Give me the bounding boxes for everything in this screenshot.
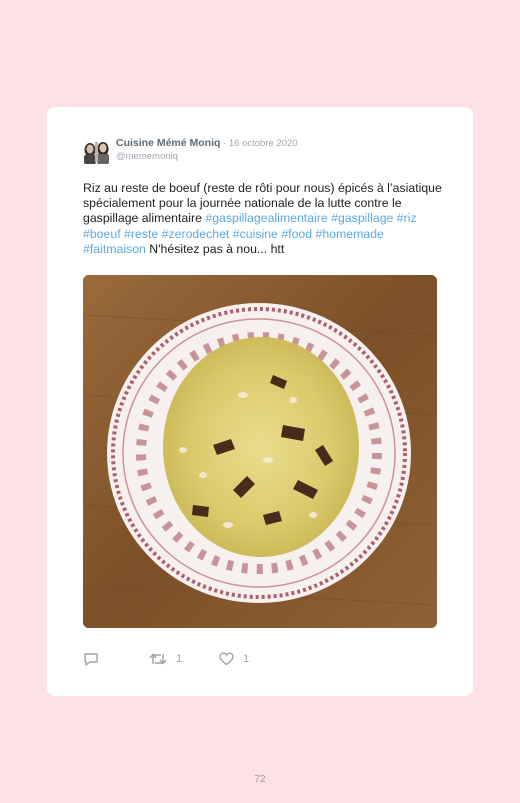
hashtag-link[interactable]: #gaspillage — [331, 211, 393, 225]
hashtag-link[interactable]: #faitmaison — [83, 242, 146, 256]
hashtag-link[interactable]: #zerodechet — [162, 227, 230, 241]
heart-icon — [219, 652, 234, 666]
tweet-actions: 1 1 — [83, 652, 383, 670]
tweet-header: Cuisine Mémé Moniq · 16 octobre 2020 — [116, 137, 298, 149]
tweet-text-segment: N'hésitez pas à nou... htt — [145, 241, 285, 256]
hashtag-link[interactable]: #boeuf — [83, 227, 121, 241]
tweet-card: Cuisine Mémé Moniq · 16 octobre 2020 @me… — [47, 107, 473, 696]
hashtag-link[interactable]: #homemade — [316, 227, 384, 241]
retweet-button[interactable]: 1 — [149, 652, 182, 666]
hashtag-link[interactable]: #food — [281, 227, 312, 241]
page-number: 72 — [254, 774, 266, 785]
like-button[interactable]: 1 — [219, 652, 249, 666]
hashtag-link[interactable]: #riz — [397, 211, 417, 225]
hashtag-link[interactable]: #gaspillagealimentaire — [205, 211, 327, 225]
retweet-count: 1 — [176, 653, 183, 665]
retweet-icon — [149, 653, 167, 665]
author-name[interactable]: Cuisine Mémé Moniq — [116, 137, 220, 149]
speech-bubble-icon — [84, 653, 98, 666]
separator: · — [220, 138, 229, 149]
reply-button[interactable] — [83, 652, 99, 667]
tweet-text: Riz au reste de boeuf (reste de rôti pou… — [83, 181, 445, 257]
avatar[interactable] — [82, 137, 112, 165]
author-handle[interactable]: @mememoniq — [116, 151, 178, 162]
like-count: 1 — [243, 653, 250, 665]
hashtag-link[interactable]: #reste — [124, 227, 158, 241]
hashtag-link[interactable]: #cuisine — [233, 227, 278, 241]
tweet-date[interactable]: 16 octobre 2020 — [229, 138, 298, 149]
tweet-photo[interactable] — [83, 275, 437, 628]
